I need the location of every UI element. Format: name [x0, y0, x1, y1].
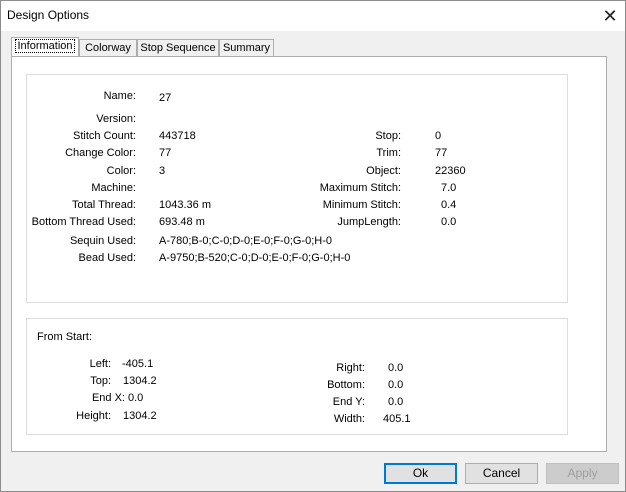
- close-icon[interactable]: ✕: [595, 1, 625, 31]
- max-stitch-label: Maximum Stitch:: [319, 182, 401, 194]
- endy-label: End Y:: [332, 396, 365, 408]
- color-label: Color:: [106, 165, 136, 177]
- left-label: Left:: [89, 358, 111, 370]
- min-stitch-value: 0.4: [441, 199, 457, 211]
- bead-label: Bead Used:: [78, 252, 136, 264]
- jump-length-label: JumpLength:: [337, 216, 401, 228]
- object-value: 22360: [435, 165, 466, 177]
- bead-value: A-9750;B-520;C-0;D-0;E-0;F-0;G-0;H-0: [159, 252, 351, 264]
- from-start-group: From Start: Left: -405.1 Top: 1304.2 End…: [26, 318, 568, 435]
- bottom-value: 0.0: [388, 379, 404, 391]
- machine-label: Machine:: [91, 182, 136, 194]
- jump-length-value: 0.0: [441, 216, 457, 228]
- color-value: 3: [159, 165, 166, 177]
- endx-value: 0.0: [128, 392, 144, 404]
- design-info-group: Name: 27 Version: Stitch Count: 443718 C…: [26, 74, 568, 303]
- bottom-thread-label: Bottom Thread Used:: [31, 216, 136, 228]
- min-stitch-label: Minimum Stitch:: [322, 199, 401, 211]
- change-color-label: Change Color:: [65, 147, 136, 159]
- change-color-value: 77: [159, 147, 172, 159]
- tab-stop-sequence[interactable]: Stop Sequence: [137, 39, 219, 56]
- ok-button[interactable]: Ok: [384, 463, 457, 484]
- endy-value: 0.0: [388, 396, 404, 408]
- tab-summary[interactable]: Summary: [219, 39, 274, 56]
- bottom-label: Bottom:: [327, 379, 365, 391]
- top-label: Top:: [90, 375, 111, 387]
- title-bar: Design Options ✕: [1, 1, 625, 31]
- from-start-heading: From Start:: [37, 331, 93, 343]
- tab-information-label: Information: [15, 39, 75, 53]
- endx-label: End X:: [91, 392, 125, 404]
- sequin-label: Sequin Used:: [69, 235, 136, 247]
- max-stitch-value: 7.0: [441, 182, 457, 194]
- height-label: Height:: [76, 410, 111, 422]
- tab-information[interactable]: Information: [11, 37, 79, 56]
- stop-value: 0: [435, 130, 442, 142]
- version-label: Version:: [96, 113, 136, 125]
- left-value: -405.1: [122, 358, 154, 370]
- information-page: Name: 27 Version: Stitch Count: 443718 C…: [11, 56, 607, 452]
- stitch-count-value: 443718: [159, 130, 196, 142]
- cancel-button[interactable]: Cancel: [465, 463, 538, 484]
- name-value: 27: [159, 92, 172, 104]
- height-value: 1304.2: [123, 410, 157, 422]
- name-label: Name:: [103, 90, 136, 102]
- top-value: 1304.2: [123, 375, 157, 387]
- width-value: 405.1: [383, 413, 411, 425]
- trim-label: Trim:: [376, 147, 401, 159]
- tab-colorway[interactable]: Colorway: [79, 39, 137, 56]
- apply-button[interactable]: Apply: [546, 463, 619, 484]
- total-thread-value: 1043.36 m: [159, 199, 211, 211]
- sequin-value: A-780;B-0;C-0;D-0;E-0;F-0;G-0;H-0: [159, 235, 332, 247]
- right-label: Right:: [336, 362, 365, 374]
- right-value: 0.0: [388, 362, 404, 374]
- design-options-dialog: Design Options ✕ Information Colorway St…: [0, 0, 626, 492]
- width-label: Width:: [333, 413, 365, 425]
- window-title: Design Options: [7, 8, 90, 22]
- trim-value: 77: [435, 147, 448, 159]
- total-thread-label: Total Thread:: [71, 199, 136, 211]
- stitch-count-label: Stitch Count:: [73, 130, 136, 142]
- object-label: Object:: [366, 165, 401, 177]
- stop-label: Stop:: [375, 130, 401, 142]
- bottom-thread-value: 693.48 m: [159, 216, 205, 228]
